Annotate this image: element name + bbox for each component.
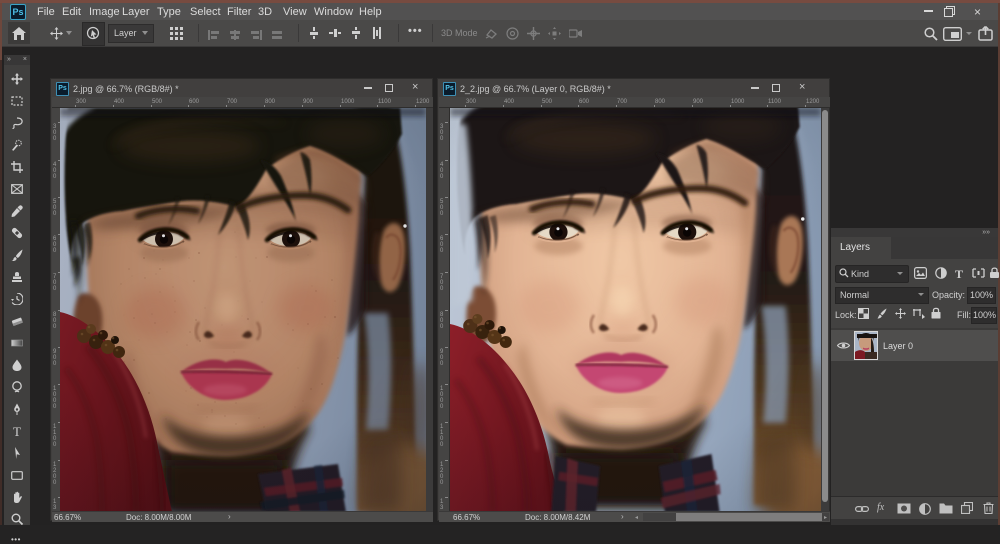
svg-text:T: T <box>13 425 21 437</box>
